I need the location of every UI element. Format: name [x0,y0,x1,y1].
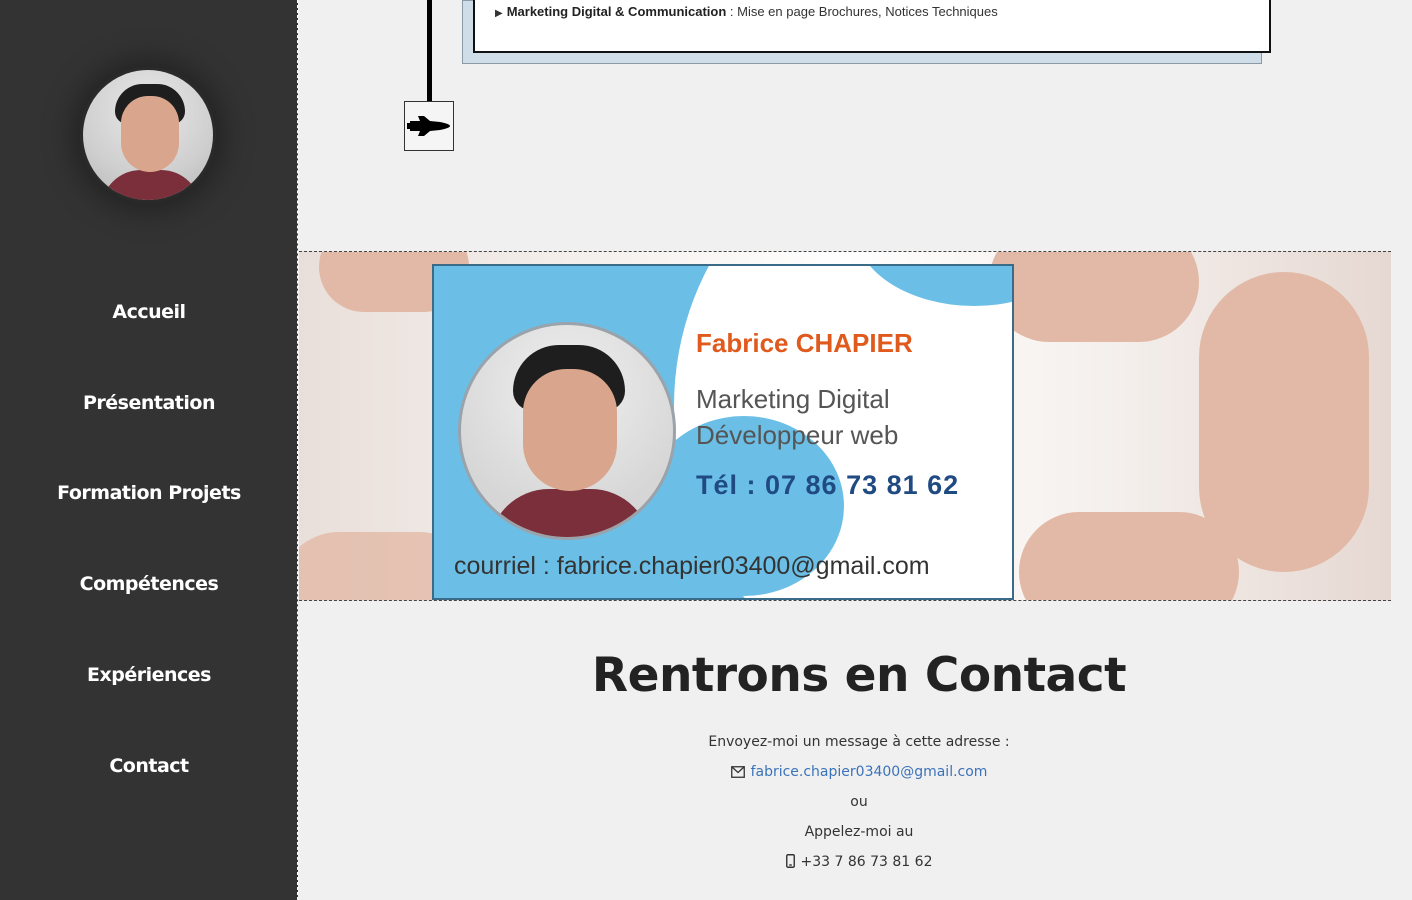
nav-item-accueil[interactable]: Accueil [0,301,298,323]
business-card-banner: Fabrice CHAPIER Marketing Digital Dévelo… [299,251,1391,601]
business-card-name: Fabrice CHAPIER [696,328,913,358]
contact-email-row: fabrice.chapier03400@gmail.com [299,764,1412,782]
nav-item-experiences[interactable]: Expériences [0,664,298,686]
contact-title: Rentrons en Contact [591,648,1127,703]
contact-email-link[interactable]: fabrice.chapier03400@gmail.com [751,764,988,780]
timeline-item-title: Marketing Digital & Communication [506,4,727,19]
business-card-role-2: Développeur web [696,420,899,450]
contact-or: ou [850,794,868,810]
mobile-phone-icon [785,854,795,872]
timeline-item-text: : Mise en page Brochures, Notices Techni… [726,4,998,19]
rocket-icon [407,116,450,136]
nav-item-contact[interactable]: Contact [0,755,298,777]
business-card-mail: courriel : fabrice.chapier03400@gmail.co… [454,552,930,580]
contact-phone-row: +33 7 86 73 81 62 [299,854,1412,872]
nav-item-competences[interactable]: Compétences [0,573,298,595]
business-card-photo [458,322,676,540]
business-card: Fabrice CHAPIER Marketing Digital Dévelo… [432,264,1014,600]
contact-call: Appelez-moi au [804,824,914,840]
nav-item-formation-projets[interactable]: Formation Projets [0,482,298,504]
timeline-marker [404,101,454,151]
timeline-card: ▶ Marketing Digital & Communication : Mis… [473,0,1271,53]
sidebar: Accueil Présentation Formation Projets C… [0,0,298,900]
envelope-icon [730,766,745,782]
avatar [80,67,216,203]
business-card-role-1: Marketing Digital [696,384,890,414]
business-card-tel: Tél : 07 86 73 81 62 [696,470,960,500]
timeline-line [427,0,432,102]
contact-intro: Envoyez-moi un message à cette adresse : [708,734,1010,750]
nav-item-presentation[interactable]: Présentation [0,392,298,414]
caret-right-icon: ▶ [495,8,503,19]
contact-phone: +33 7 86 73 81 62 [800,854,933,870]
